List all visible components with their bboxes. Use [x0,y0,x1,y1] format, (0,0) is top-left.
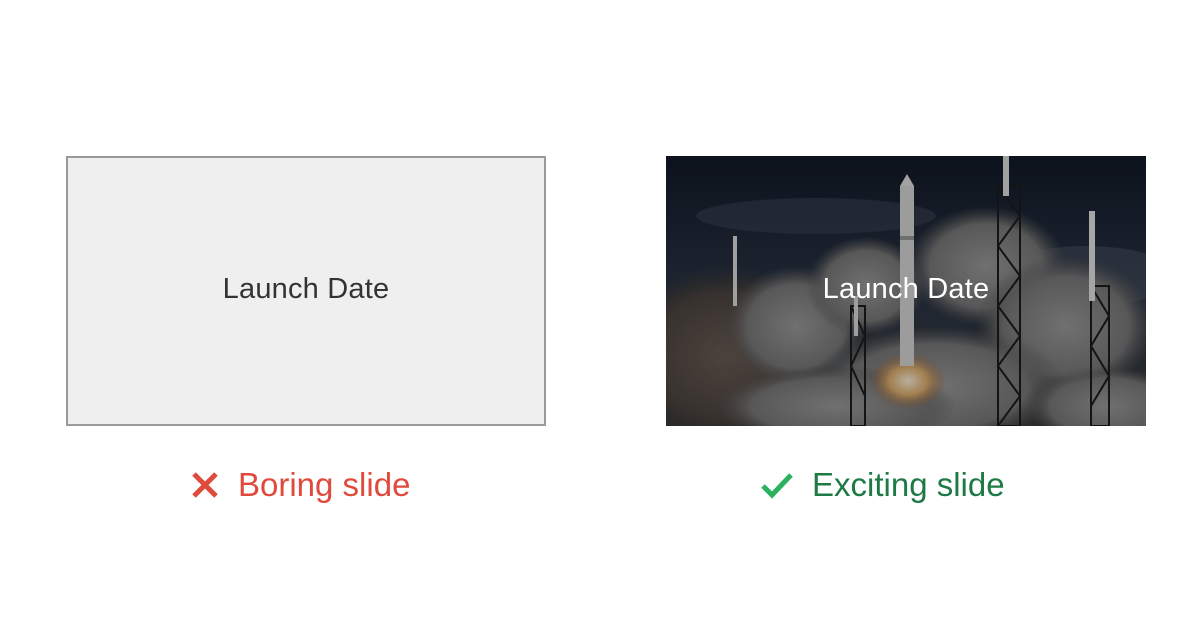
boring-slide-title: Launch Date [222,272,390,305]
cross-icon [192,472,218,498]
exciting-slide-title: Launch Date [822,272,990,305]
boring-slide-caption: Boring slide [190,462,410,508]
boring-slide-example: Launch Date [66,156,546,426]
checkmark-icon [761,473,793,499]
exciting-slide-example: Launch Date [666,156,1146,426]
boring-caption-label: Boring slide [238,466,411,503]
exciting-slide-caption: Exciting slide [760,462,1005,508]
exciting-caption-label: Exciting slide [812,466,1005,503]
